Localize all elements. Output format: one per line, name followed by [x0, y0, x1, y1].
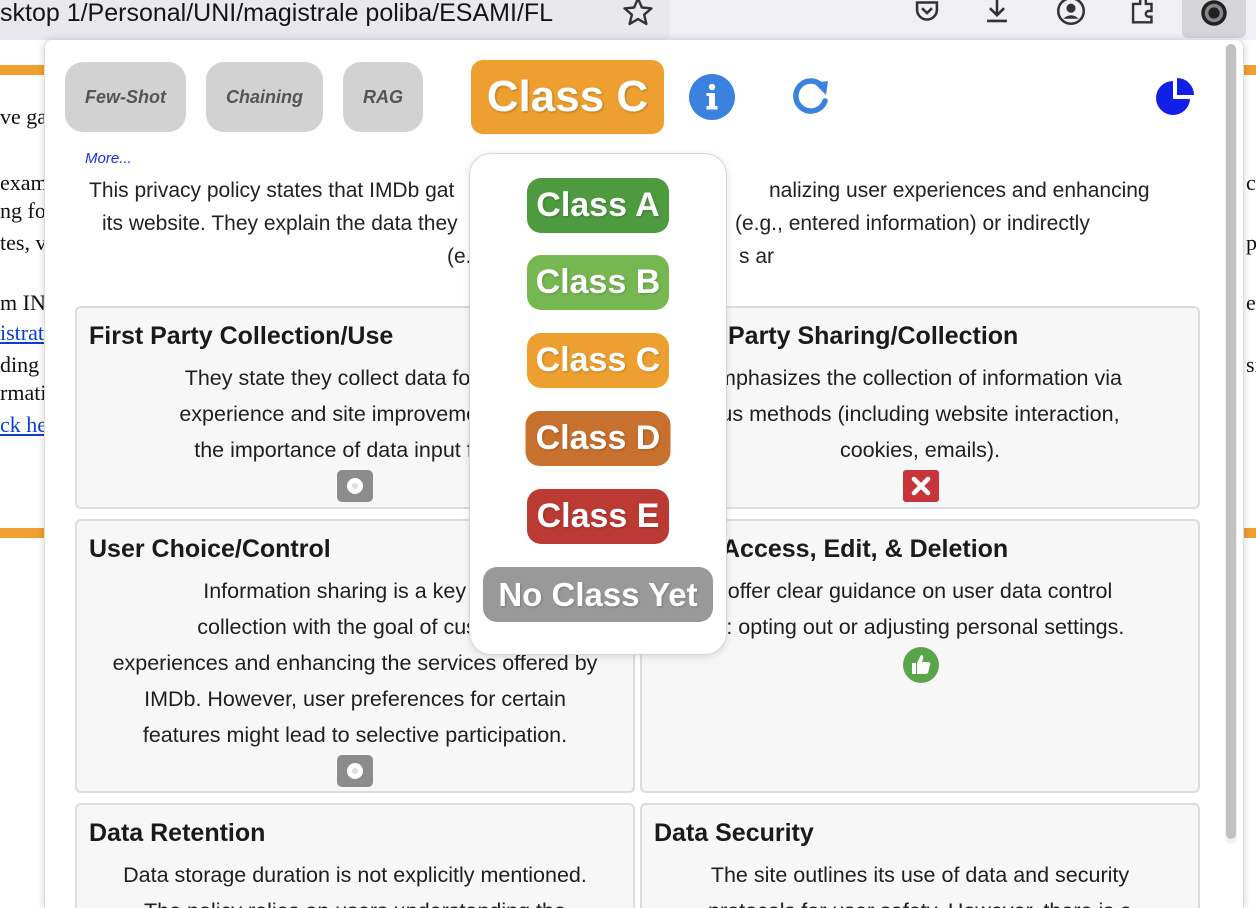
- bg-text: m IN: [0, 290, 44, 315]
- card-line: us methods (including website interactio…: [720, 402, 1120, 426]
- more-link[interactable]: More...: [85, 150, 132, 167]
- chaining-button[interactable]: Chaining: [206, 62, 323, 132]
- orange-band-left-bottom: [0, 528, 44, 538]
- card-line: cookies, emails).: [839, 438, 1001, 462]
- card-title: First Party Collection/Use: [89, 322, 394, 350]
- card-title: Data Security: [654, 819, 814, 847]
- card-line: offer clear guidance on user data contro…: [727, 579, 1113, 603]
- card-line: protocols for user safety. However, ther…: [646, 893, 1194, 908]
- browser-toolbar: sktop 1/Personal/UNI/magistrale poliba/E…: [0, 0, 1256, 40]
- class-a-option[interactable]: Class A: [527, 178, 669, 233]
- bg-link[interactable]: istrat: [0, 320, 44, 346]
- card-body: mphasizes the collection of information …: [646, 360, 1194, 468]
- card-line: features might lead to selective partici…: [142, 723, 568, 747]
- card-line: IMDb. However, user preferences for cert…: [144, 687, 566, 711]
- card-title: Party Sharing/Collection: [728, 322, 1019, 350]
- card-data-security: Data Security The site outlines its use …: [640, 803, 1200, 908]
- pocket-icon[interactable]: [910, 0, 944, 28]
- bg-text: ng fo: [0, 198, 44, 223]
- negative-x-icon: [903, 470, 939, 502]
- bg-text: tes, v: [0, 230, 44, 255]
- card-body: Data storage duration is not explicitly …: [81, 857, 629, 908]
- info-icon[interactable]: [688, 73, 736, 121]
- neutral-icon: [337, 470, 373, 502]
- card-title: Access, Edit, & Deletion: [722, 535, 1009, 563]
- orange-band-left-top: [0, 65, 44, 75]
- class-b-option[interactable]: Class B: [527, 255, 669, 310]
- summary-line: nalizing user experiences and enhancing: [769, 179, 1150, 202]
- few-shot-button[interactable]: Few-Shot: [65, 62, 186, 132]
- scrollbar[interactable]: [1225, 44, 1237, 844]
- bg-text: c: [1246, 170, 1256, 195]
- summary-line: This privacy policy states that IMDb gat: [89, 179, 455, 202]
- pie-chart-icon[interactable]: [1154, 77, 1196, 119]
- card-title: User Choice/Control: [89, 535, 331, 563]
- current-class-badge[interactable]: Class C: [471, 60, 664, 134]
- card-data-retention: Data Retention Data storage duration is …: [75, 803, 635, 908]
- thumbs-up-icon: [903, 647, 939, 683]
- extension-badge-icon: [1201, 0, 1227, 26]
- card-title: Data Retention: [89, 819, 266, 847]
- bg-text: rmati: [0, 380, 44, 405]
- bg-text: ve ga: [0, 104, 44, 129]
- star-icon[interactable]: [620, 0, 656, 30]
- extension-button[interactable]: [1182, 0, 1246, 38]
- neutral-icon: [337, 755, 373, 787]
- account-icon[interactable]: [1054, 0, 1088, 28]
- bg-text: ding: [0, 352, 40, 377]
- class-e-option[interactable]: Class E: [527, 489, 669, 544]
- card-line: mphasizes the collection of information …: [718, 366, 1122, 390]
- card-line: The policy relies on users understanding…: [81, 893, 629, 908]
- summary-line: its website. They explain the data they: [102, 212, 458, 235]
- orange-band-right-bottom: [1244, 528, 1256, 538]
- bg-text: exam: [0, 170, 44, 195]
- rag-button[interactable]: RAG: [343, 62, 423, 132]
- card-body: offer clear guidance on user data contro…: [646, 573, 1194, 645]
- extensions-icon[interactable]: [1126, 0, 1160, 28]
- no-class-yet-option[interactable]: No Class Yet: [483, 567, 713, 622]
- card-line: s: opting out or adjusting personal sett…: [715, 615, 1125, 639]
- class-d-option[interactable]: Class D: [525, 411, 671, 466]
- card-line: Data storage duration is not explicitly …: [123, 863, 587, 887]
- class-dropdown: Class A Class B Class C Class D Class E …: [469, 153, 727, 655]
- url-text[interactable]: sktop 1/Personal/UNI/magistrale poliba/E…: [0, 0, 610, 30]
- scrollbar-thumb[interactable]: [1226, 44, 1236, 839]
- bg-text: si: [1246, 352, 1256, 377]
- summary-line: (e.: [447, 245, 472, 268]
- bg-link[interactable]: ck he: [0, 412, 44, 438]
- bg-text: pt: [1246, 230, 1256, 255]
- refresh-icon[interactable]: [788, 73, 834, 119]
- download-icon[interactable]: [980, 0, 1014, 28]
- summary-line: s ar: [739, 245, 775, 268]
- card-line: The site outlines its use of data and se…: [710, 863, 1130, 887]
- card-body: The site outlines its use of data and se…: [646, 857, 1194, 908]
- orange-band-right-top: [1244, 65, 1256, 75]
- bg-text: ef: [1246, 290, 1256, 315]
- summary-line: (e.g., entered information) or indirectl…: [735, 212, 1090, 235]
- url-bar[interactable]: sktop 1/Personal/UNI/magistrale poliba/E…: [0, 0, 670, 40]
- class-c-option[interactable]: Class C: [527, 333, 669, 388]
